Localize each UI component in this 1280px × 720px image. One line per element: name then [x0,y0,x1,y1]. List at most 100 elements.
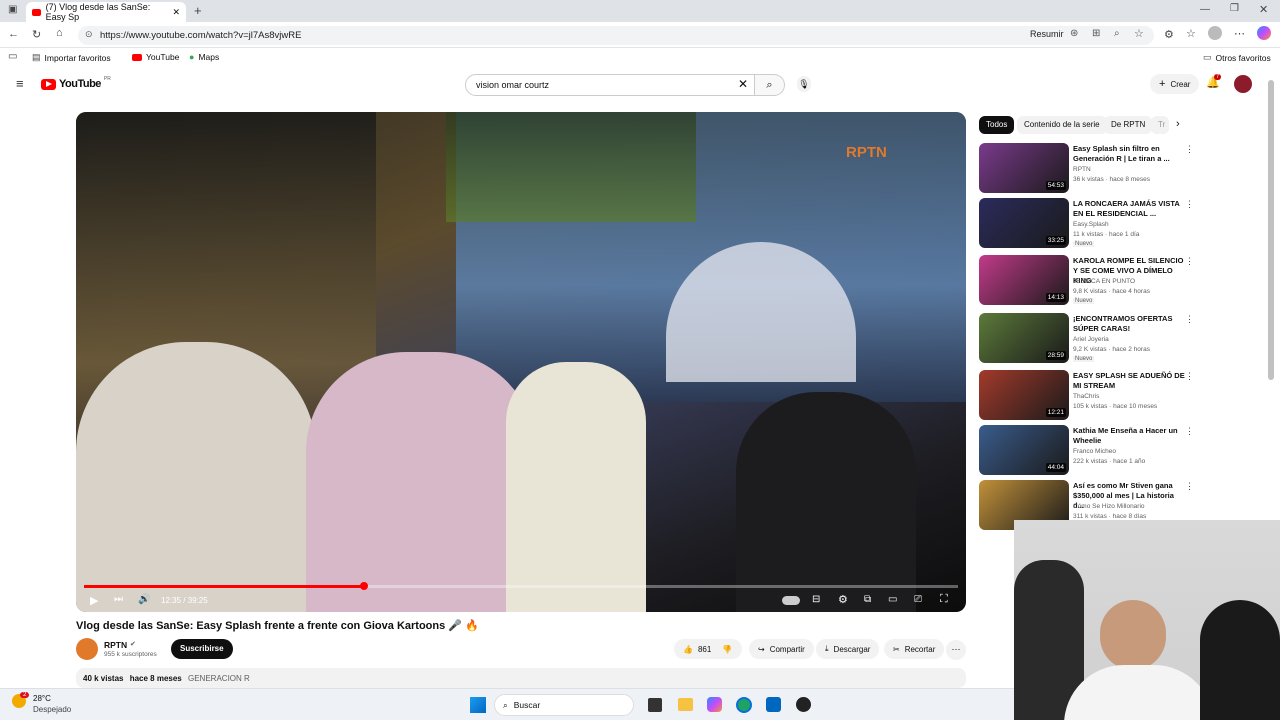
volume-icon[interactable]: 🔊 [138,594,150,605]
video-player[interactable]: RPTN ▶ ⏭ 🔊 12:35 / 39:25 ⊟ ⚙ ⧉ ▭ ⎚ ⛶ [76,112,966,612]
recommendation-title[interactable]: Easy Splash sin filtro en Generación R |… [1073,144,1185,164]
bookmark-youtube[interactable]: YouTube [132,52,179,62]
recommendation-menu-icon[interactable]: ⋮ [1185,371,1194,382]
bookmark-other-folder[interactable]: ▭ Otros favoritos [1203,52,1271,63]
bookmark-maps[interactable]: ● Maps [189,52,219,62]
recommendation-channel[interactable]: Ariel Joyeria [1073,336,1109,343]
recommendation-thumbnail[interactable]: 33:25 [979,198,1069,248]
like-icon[interactable]: 👍 [683,645,693,654]
theater-mode-icon[interactable]: ▭ [888,594,897,605]
account-avatar[interactable] [1234,75,1252,93]
recommendation-menu-icon[interactable]: ⋮ [1185,144,1194,155]
recommendation-title[interactable]: Kathia Me Enseña a Hacer un Wheelie [1073,426,1185,446]
recommendation-title[interactable]: LA RONCAERA JAMÁS VISTA EN EL RESIDENCIA… [1073,199,1185,219]
chip-series[interactable]: Contenido de la serie [1017,116,1107,134]
taskbar-search[interactable]: ⌕ Buscar [494,694,634,716]
fullscreen-icon[interactable]: ⛶ [940,593,948,606]
home-icon[interactable]: ⌂ [56,27,63,39]
recommendation-item[interactable]: 54:53 Easy Splash sin filtro en Generació… [979,143,1194,195]
task-view-icon[interactable] [648,698,662,712]
url-field[interactable]: ⊙ https://www.youtube.com/watch?v=jl7As8… [78,26,1154,45]
video-scrubber-handle[interactable] [359,582,368,590]
like-count[interactable]: 861 [698,645,711,654]
minimize-icon[interactable]: — [1200,4,1210,15]
store-icon[interactable] [766,697,781,712]
copilot-app-icon[interactable] [707,697,722,712]
autoplay-toggle[interactable] [782,596,800,605]
recommendation-title[interactable]: EASY SPLASH SE ADUEÑÓ DE MI STREAM [1073,371,1185,391]
extensions-icon[interactable]: ⚙ [1164,28,1174,41]
play-icon[interactable]: ▶ [90,594,98,607]
favorites-icon[interactable]: ☆ [1186,27,1196,40]
channel-avatar[interactable] [76,638,98,660]
recommendation-channel[interactable]: Easy.Splash [1073,221,1109,228]
download-button[interactable]: ⤓ Descargar [816,639,880,659]
tab-actions-icon[interactable]: ▣ [8,4,17,15]
favorite-star-icon[interactable]: ☆ [1134,27,1144,40]
search-input[interactable]: vision omar courtz ✕ [465,74,755,96]
recommendation-item[interactable]: 33:25 LA RONCAERA JAMÁS VISTA EN EL RESID… [979,198,1194,250]
voice-search-icon[interactable]: 🎙 [797,76,811,92]
cast-icon[interactable]: ⎚ [914,594,922,605]
recommendation-menu-icon[interactable]: ⋮ [1185,314,1194,325]
browser-tab[interactable]: (7) Vlog desde las SanSe: Easy Sp ✕ [26,2,186,22]
recommendation-menu-icon[interactable]: ⋮ [1185,481,1194,492]
edge-browser-icon[interactable] [736,697,752,713]
recommendation-channel[interactable]: ThaChris [1073,393,1099,400]
hamburger-menu-icon[interactable]: ≡ [16,76,24,91]
back-icon[interactable]: ← [8,28,19,40]
recommendation-thumbnail[interactable]: 28:59 [979,313,1069,363]
search-button[interactable]: ⌕ [755,74,785,96]
video-progress-bar[interactable] [84,582,958,590]
chips-next-icon[interactable]: › [1176,118,1180,130]
site-info-icon[interactable]: ⊙ [85,29,93,40]
create-button[interactable]: + Crear [1150,74,1200,94]
recommendation-menu-icon[interactable]: ⋮ [1185,426,1194,437]
next-video-icon[interactable]: ⏭ [114,594,123,605]
video-tag[interactable]: GENERACION R [188,674,250,683]
clear-search-icon[interactable]: ✕ [738,77,748,91]
bookmark-import[interactable]: ▤ Importar favoritos [32,52,111,63]
recommendation-title[interactable]: ¡ENCONTRAMOS OFERTAS SÚPER CARAS! [1073,314,1185,334]
apps-icon[interactable]: ⊞ [1092,28,1100,39]
chip-channel[interactable]: De RPTN [1104,116,1153,134]
recommendation-menu-icon[interactable]: ⋮ [1185,256,1194,267]
subtitles-icon[interactable]: ⊟ [812,594,820,605]
copilot-page-icon[interactable]: ⊛ [1070,28,1078,39]
windows-start-icon[interactable] [470,697,486,713]
recommendation-channel[interactable]: Franco Micheo [1073,448,1116,455]
more-actions-icon[interactable]: ⋯ [946,640,966,660]
recommendation-thumbnail[interactable]: 14:13 [979,255,1069,305]
profile-avatar-icon[interactable] [1208,26,1222,40]
recommendation-thumbnail[interactable]: 44:04 [979,425,1069,475]
youtube-logo[interactable]: YouTube PR [41,76,111,90]
channel-name[interactable]: RPTN [104,640,127,650]
recommendation-item[interactable]: 28:59 ¡ENCONTRAMOS OFERTAS SÚPER CARAS! Ar… [979,313,1194,365]
maximize-icon[interactable]: ❐ [1230,3,1239,14]
close-window-icon[interactable]: ✕ [1259,3,1268,16]
chip-more[interactable]: Tr [1151,116,1169,134]
sidebar-toggle-icon[interactable]: ▭ [8,51,17,62]
copilot-icon[interactable] [1257,26,1271,40]
recommendation-item[interactable]: 44:04 Kathia Me Enseña a Hacer un Wheelie… [979,425,1194,477]
file-explorer-icon[interactable] [678,698,693,711]
page-scrollbar[interactable] [1268,80,1274,380]
tab-close-icon[interactable]: ✕ [172,7,180,18]
recommendation-thumbnail[interactable]: 12:21 [979,370,1069,420]
recommendation-thumbnail[interactable]: 54:53 [979,143,1069,193]
subscribe-button[interactable]: Suscribirse [171,639,233,659]
share-button[interactable]: ↪ Compartir [749,639,814,659]
new-tab-icon[interactable]: + [194,3,202,18]
recommendation-channel[interactable]: Cómo Se Hizo Millonario [1073,503,1145,510]
app-icon[interactable] [796,697,811,712]
recommendation-item[interactable]: 12:21 EASY SPLASH SE ADUEÑÓ DE MI STREAM T… [979,370,1194,422]
miniplayer-icon[interactable]: ⧉ [864,594,871,605]
chip-all[interactable]: Todos [979,116,1015,134]
video-description-box[interactable]: 40 k vistas hace 8 meses GENERACION R [76,668,966,688]
recommendation-item[interactable]: 14:13 KAROLA ROMPE EL SILENCIO Y SE COME … [979,255,1194,307]
clip-button[interactable]: ✂ Recortar [884,639,945,659]
reload-icon[interactable]: ↻ [32,28,41,41]
recommendation-channel[interactable]: JESSICA EN PUNTO [1073,278,1135,285]
more-menu-icon[interactable]: ⋯ [1234,27,1245,40]
dislike-icon[interactable]: 👎 [722,645,732,654]
